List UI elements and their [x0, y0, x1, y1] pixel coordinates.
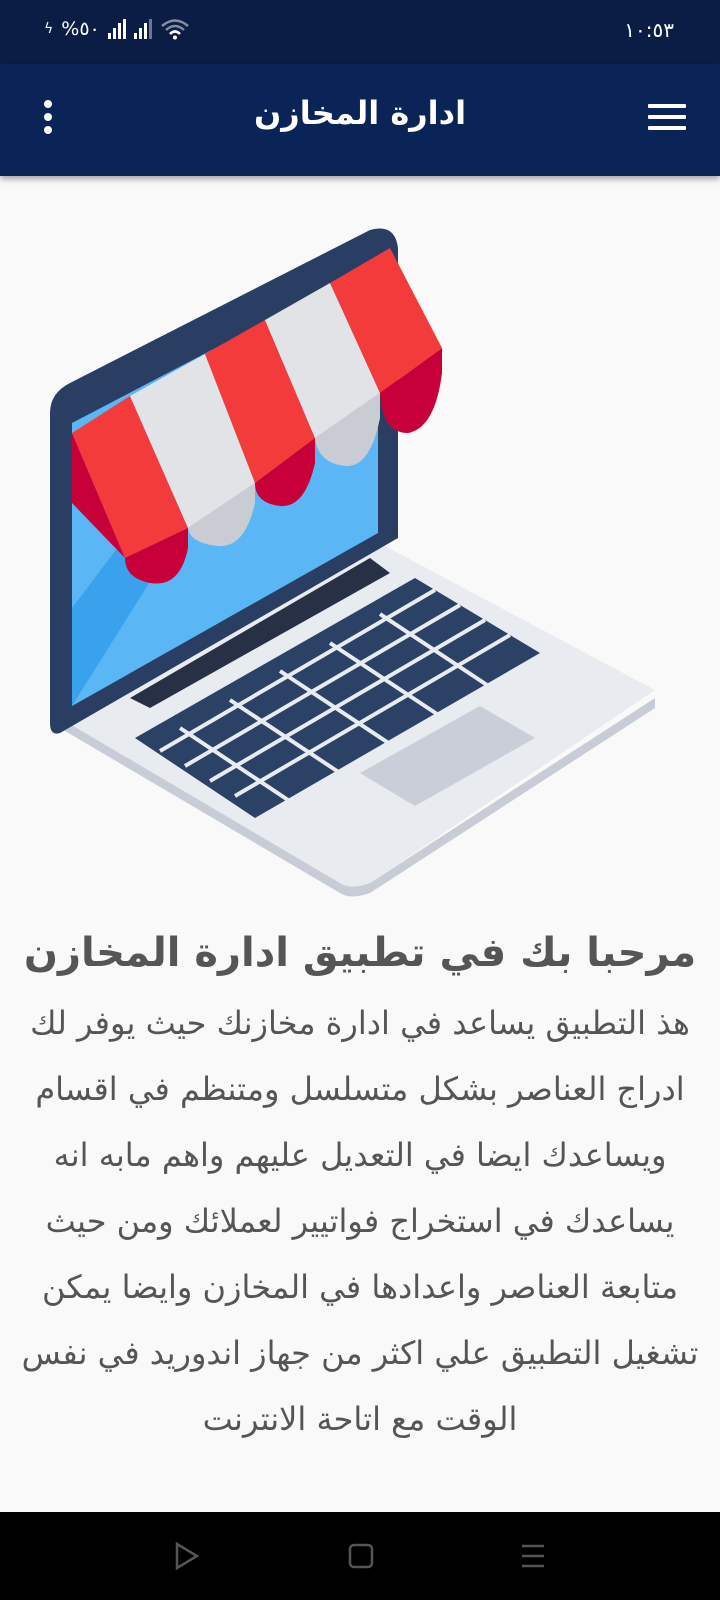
system-nav-bar — [0, 1512, 720, 1600]
menu-line — [648, 115, 686, 119]
hamburger-menu-button[interactable] — [648, 104, 686, 132]
home-square-icon[interactable] — [348, 1542, 374, 1570]
app-description: هذ التطبيق يساعد في ادارة مخازنك حيث يوف… — [21, 1004, 699, 1438]
battery-level: %٥٠ — [61, 18, 100, 40]
charging-icon: ϟ — [44, 21, 54, 37]
hamburger-menu-icon — [648, 104, 686, 108]
app-title: ادارة المخازن — [253, 94, 467, 132]
signal-icon — [107, 19, 126, 39]
wifi-icon — [160, 19, 189, 40]
status-icons: ϟ %٥٠ — [44, 18, 190, 40]
status-bar: ϟ %٥٠ ١٠:٥٣ — [0, 0, 720, 64]
back-triangle-icon[interactable] — [174, 1542, 200, 1570]
status-time: ١٠:٥٣ — [624, 18, 674, 42]
signal-icon-2 — [133, 19, 152, 39]
menu-line — [648, 126, 686, 130]
app-bar: ادارة المخازن — [0, 64, 720, 176]
laptop-store-illustration — [50, 228, 655, 897]
welcome-title: مرحبا بك في تطبيق ادارة المخازن — [23, 930, 697, 976]
recents-menu-icon[interactable] — [520, 1542, 546, 1570]
